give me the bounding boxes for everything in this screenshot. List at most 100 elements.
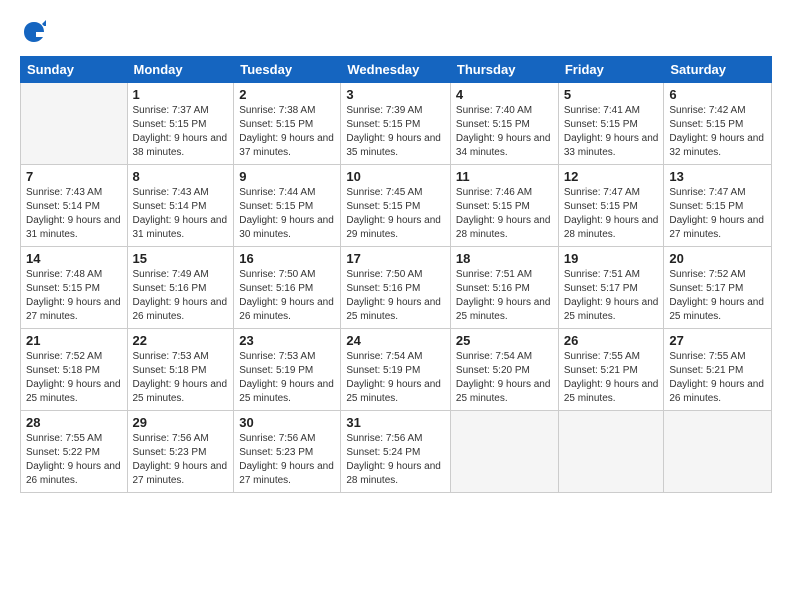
- day-number: 20: [669, 251, 766, 266]
- day-number: 6: [669, 87, 766, 102]
- calendar-cell: 7 Sunrise: 7:43 AMSunset: 5:14 PMDaylight…: [21, 165, 128, 247]
- calendar-cell: 28 Sunrise: 7:55 AMSunset: 5:22 PMDayligh…: [21, 411, 128, 493]
- weekday-header: Friday: [558, 57, 664, 83]
- calendar-cell: [558, 411, 664, 493]
- day-number: 24: [346, 333, 445, 348]
- calendar-cell: 30Sunrise: 7:56 AMSunset: 5:23 PMDayligh…: [234, 411, 341, 493]
- day-info: Sunrise: 7:53 AMSunset: 5:19 PMDaylight:…: [239, 350, 335, 406]
- calendar: SundayMondayTuesdayWednesdayThursdayFrid…: [20, 56, 772, 493]
- calendar-header-row: SundayMondayTuesdayWednesdayThursdayFrid…: [21, 57, 772, 83]
- calendar-cell: 9Sunrise: 7:44 AMSunset: 5:15 PMDaylight…: [234, 165, 341, 247]
- day-number: 26: [564, 333, 659, 348]
- day-number: 25: [456, 333, 553, 348]
- calendar-cell: 18Sunrise: 7:51 AMSunset: 5:16 PMDayligh…: [450, 247, 558, 329]
- logo: [20, 18, 54, 46]
- day-number: 15: [133, 251, 229, 266]
- day-info: Sunrise: 7:37 AMSunset: 5:15 PMDaylight:…: [133, 104, 229, 160]
- calendar-cell: 12 Sunrise: 7:47 AMSunset: 5:15 PMDayligh…: [558, 165, 664, 247]
- day-info: Sunrise: 7:40 AMSunset: 5:15 PMDaylight:…: [456, 104, 553, 160]
- calendar-cell: 14 Sunrise: 7:48 AMSunset: 5:15 PMDayligh…: [21, 247, 128, 329]
- calendar-cell: 15 Sunrise: 7:49 AMSunset: 5:16 PMDayligh…: [127, 247, 234, 329]
- day-info: Sunrise: 7:47 AMSunset: 5:15 PMDaylight:…: [564, 186, 659, 242]
- calendar-cell: 31Sunrise: 7:56 AMSunset: 5:24 PMDayligh…: [341, 411, 451, 493]
- day-number: 23: [239, 333, 335, 348]
- day-number: 22: [133, 333, 229, 348]
- day-number: 14: [26, 251, 122, 266]
- calendar-week-row: 1 Sunrise: 7:37 AMSunset: 5:15 PMDaylight…: [21, 83, 772, 165]
- day-number: 12: [564, 169, 659, 184]
- day-number: 4: [456, 87, 553, 102]
- calendar-cell: [664, 411, 772, 493]
- day-info: Sunrise: 7:51 AMSunset: 5:17 PMDaylight:…: [564, 268, 659, 324]
- day-info: Sunrise: 7:49 AMSunset: 5:16 PMDaylight:…: [133, 268, 229, 324]
- calendar-cell: 20 Sunrise: 7:52 AMSunset: 5:17 PMDayligh…: [664, 247, 772, 329]
- calendar-cell: 8 Sunrise: 7:43 AMSunset: 5:14 PMDaylight…: [127, 165, 234, 247]
- calendar-cell: [21, 83, 128, 165]
- day-info: Sunrise: 7:52 AMSunset: 5:18 PMDaylight:…: [26, 350, 122, 406]
- day-info: Sunrise: 7:41 AMSunset: 5:15 PMDaylight:…: [564, 104, 659, 160]
- day-number: 13: [669, 169, 766, 184]
- day-info: Sunrise: 7:54 AMSunset: 5:19 PMDaylight:…: [346, 350, 445, 406]
- day-info: Sunrise: 7:55 AMSunset: 5:21 PMDaylight:…: [669, 350, 766, 406]
- calendar-cell: 13 Sunrise: 7:47 AMSunset: 5:15 PMDayligh…: [664, 165, 772, 247]
- day-number: 19: [564, 251, 659, 266]
- day-number: 2: [239, 87, 335, 102]
- day-info: Sunrise: 7:52 AMSunset: 5:17 PMDaylight:…: [669, 268, 766, 324]
- day-number: 29: [133, 415, 229, 430]
- weekday-header: Saturday: [664, 57, 772, 83]
- calendar-week-row: 28 Sunrise: 7:55 AMSunset: 5:22 PMDayligh…: [21, 411, 772, 493]
- day-info: Sunrise: 7:43 AMSunset: 5:14 PMDaylight:…: [133, 186, 229, 242]
- day-info: Sunrise: 7:50 AMSunset: 5:16 PMDaylight:…: [239, 268, 335, 324]
- calendar-cell: 19 Sunrise: 7:51 AMSunset: 5:17 PMDayligh…: [558, 247, 664, 329]
- day-info: Sunrise: 7:46 AMSunset: 5:15 PMDaylight:…: [456, 186, 553, 242]
- calendar-cell: 2Sunrise: 7:38 AMSunset: 5:15 PMDaylight…: [234, 83, 341, 165]
- day-number: 1: [133, 87, 229, 102]
- weekday-header: Thursday: [450, 57, 558, 83]
- day-info: Sunrise: 7:43 AMSunset: 5:14 PMDaylight:…: [26, 186, 122, 242]
- day-number: 27: [669, 333, 766, 348]
- weekday-header: Sunday: [21, 57, 128, 83]
- day-number: 30: [239, 415, 335, 430]
- page: SundayMondayTuesdayWednesdayThursdayFrid…: [0, 0, 792, 612]
- day-number: 21: [26, 333, 122, 348]
- day-number: 9: [239, 169, 335, 184]
- day-number: 10: [346, 169, 445, 184]
- day-info: Sunrise: 7:47 AMSunset: 5:15 PMDaylight:…: [669, 186, 766, 242]
- weekday-header: Monday: [127, 57, 234, 83]
- day-info: Sunrise: 7:55 AMSunset: 5:21 PMDaylight:…: [564, 350, 659, 406]
- day-number: 3: [346, 87, 445, 102]
- calendar-cell: 16Sunrise: 7:50 AMSunset: 5:16 PMDayligh…: [234, 247, 341, 329]
- calendar-cell: 11 Sunrise: 7:46 AMSunset: 5:15 PMDayligh…: [450, 165, 558, 247]
- day-info: Sunrise: 7:48 AMSunset: 5:15 PMDaylight:…: [26, 268, 122, 324]
- day-info: Sunrise: 7:42 AMSunset: 5:15 PMDaylight:…: [669, 104, 766, 160]
- day-number: 5: [564, 87, 659, 102]
- calendar-cell: 25 Sunrise: 7:54 AMSunset: 5:20 PMDayligh…: [450, 329, 558, 411]
- calendar-cell: 1 Sunrise: 7:37 AMSunset: 5:15 PMDaylight…: [127, 83, 234, 165]
- day-info: Sunrise: 7:55 AMSunset: 5:22 PMDaylight:…: [26, 432, 122, 488]
- day-number: 28: [26, 415, 122, 430]
- calendar-week-row: 21 Sunrise: 7:52 AMSunset: 5:18 PMDayligh…: [21, 329, 772, 411]
- day-number: 8: [133, 169, 229, 184]
- calendar-cell: 6 Sunrise: 7:42 AMSunset: 5:15 PMDaylight…: [664, 83, 772, 165]
- header: [20, 18, 772, 46]
- day-info: Sunrise: 7:50 AMSunset: 5:16 PMDaylight:…: [346, 268, 445, 324]
- day-info: Sunrise: 7:39 AMSunset: 5:15 PMDaylight:…: [346, 104, 445, 160]
- day-number: 7: [26, 169, 122, 184]
- calendar-cell: 4 Sunrise: 7:40 AMSunset: 5:15 PMDaylight…: [450, 83, 558, 165]
- calendar-week-row: 7 Sunrise: 7:43 AMSunset: 5:14 PMDaylight…: [21, 165, 772, 247]
- day-number: 11: [456, 169, 553, 184]
- calendar-cell: 5 Sunrise: 7:41 AMSunset: 5:15 PMDaylight…: [558, 83, 664, 165]
- calendar-cell: 29 Sunrise: 7:56 AMSunset: 5:23 PMDayligh…: [127, 411, 234, 493]
- calendar-cell: [450, 411, 558, 493]
- calendar-week-row: 14 Sunrise: 7:48 AMSunset: 5:15 PMDayligh…: [21, 247, 772, 329]
- calendar-cell: 26 Sunrise: 7:55 AMSunset: 5:21 PMDayligh…: [558, 329, 664, 411]
- day-info: Sunrise: 7:56 AMSunset: 5:23 PMDaylight:…: [133, 432, 229, 488]
- calendar-cell: 17Sunrise: 7:50 AMSunset: 5:16 PMDayligh…: [341, 247, 451, 329]
- weekday-header: Tuesday: [234, 57, 341, 83]
- day-info: Sunrise: 7:54 AMSunset: 5:20 PMDaylight:…: [456, 350, 553, 406]
- weekday-header: Wednesday: [341, 57, 451, 83]
- day-info: Sunrise: 7:45 AMSunset: 5:15 PMDaylight:…: [346, 186, 445, 242]
- calendar-cell: 24 Sunrise: 7:54 AMSunset: 5:19 PMDayligh…: [341, 329, 451, 411]
- calendar-cell: 10 Sunrise: 7:45 AMSunset: 5:15 PMDayligh…: [341, 165, 451, 247]
- calendar-cell: 21 Sunrise: 7:52 AMSunset: 5:18 PMDayligh…: [21, 329, 128, 411]
